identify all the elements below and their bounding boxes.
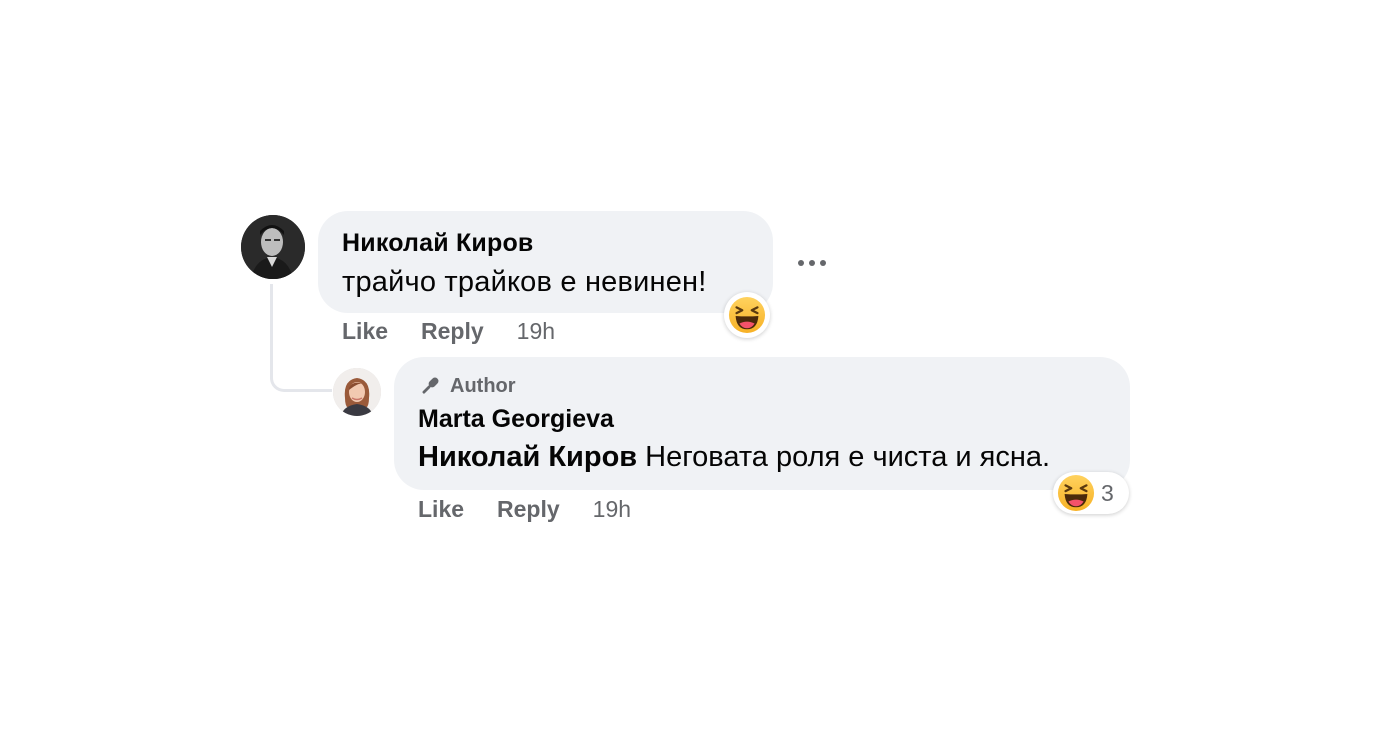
- more-options-button[interactable]: [794, 247, 830, 279]
- reply-avatar[interactable]: [333, 368, 381, 416]
- avatar[interactable]: [241, 215, 305, 279]
- comment-thread: Николай Киров трайчо трайков е невинен!: [0, 0, 1400, 750]
- author-badge-label: Author: [450, 375, 516, 397]
- reply-reactions[interactable]: 3: [1053, 472, 1129, 514]
- comment-timestamp[interactable]: 19h: [517, 318, 555, 345]
- haha-emoji-icon: [728, 296, 766, 334]
- like-button[interactable]: Like: [418, 496, 464, 523]
- reply-button[interactable]: Reply: [421, 318, 484, 345]
- like-button[interactable]: Like: [342, 318, 388, 345]
- microphone-icon: [422, 377, 439, 394]
- reply-button[interactable]: Reply: [497, 496, 560, 523]
- comment-bubble: Николай Киров трайчо трайков е невинен!: [318, 211, 773, 313]
- avatar-photo: [241, 215, 305, 279]
- mention-tag[interactable]: Николай Киров: [418, 441, 637, 473]
- more-options-icon: [798, 260, 826, 266]
- reply-message: Неговата роля е чиста и ясна.: [645, 441, 1051, 473]
- reply-avatar-photo: [333, 368, 381, 416]
- reply-author-name[interactable]: Marta Georgieva: [418, 404, 1106, 434]
- comment-text: трайчо трайков е невинен!: [342, 266, 707, 298]
- reaction-count: 3: [1101, 479, 1114, 506]
- comment-actions: Like Reply 19h: [342, 316, 555, 346]
- reply-text: Николай Киров Неговата роля е чиста и ясн…: [418, 437, 1106, 477]
- comment-author-name[interactable]: Николай Киров: [342, 228, 749, 258]
- reply-actions: Like Reply 19h: [418, 494, 631, 524]
- comment-reaction[interactable]: [724, 292, 770, 338]
- haha-emoji-icon: [1057, 474, 1095, 512]
- reply-timestamp[interactable]: 19h: [593, 496, 631, 523]
- author-badge: Author: [418, 372, 1106, 400]
- reply-bubble: Author Marta Georgieva Николай Киров Него…: [394, 357, 1130, 490]
